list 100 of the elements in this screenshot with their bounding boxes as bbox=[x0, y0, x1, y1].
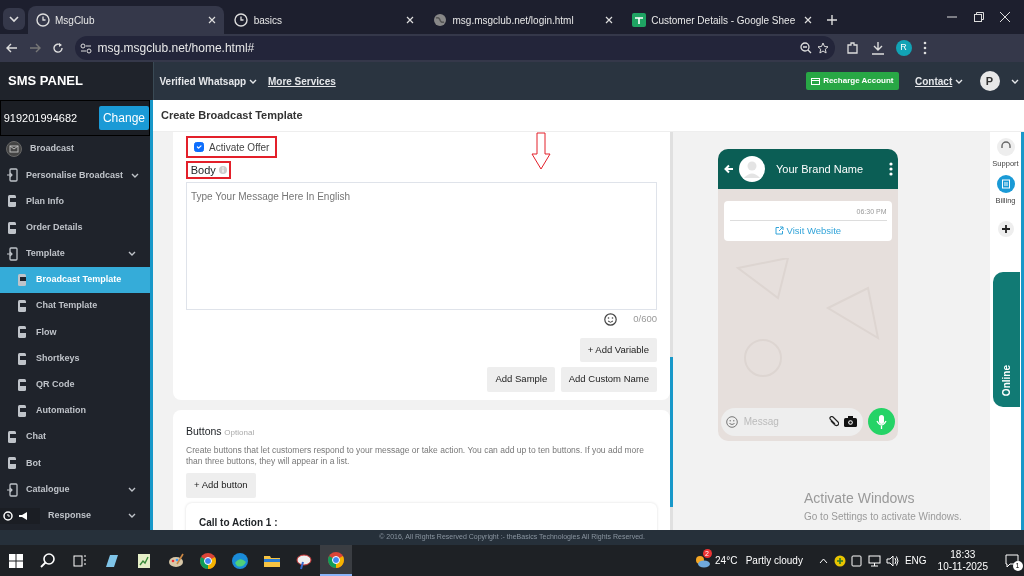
windows-icon[interactable] bbox=[7, 551, 25, 570]
avatar-icon bbox=[739, 156, 765, 183]
back-icon[interactable] bbox=[5, 42, 18, 54]
paperclip-icon[interactable] bbox=[828, 416, 839, 428]
chrome-icon[interactable] bbox=[327, 550, 345, 569]
caret-icon bbox=[955, 77, 963, 85]
clock-icon[interactable] bbox=[2, 510, 13, 521]
download-icon[interactable] bbox=[870, 41, 885, 55]
add-sample-button[interactable]: Add Sample bbox=[487, 367, 556, 392]
language-indicator[interactable]: ENG bbox=[904, 553, 927, 568]
info-icon bbox=[218, 165, 227, 174]
palette-icon[interactable] bbox=[167, 551, 185, 570]
phone-icon bbox=[6, 456, 18, 471]
chrome-icon[interactable] bbox=[199, 551, 217, 570]
close-icon[interactable] bbox=[1000, 12, 1011, 22]
phone-number: 919201994682 bbox=[3, 110, 78, 126]
sheet-icon bbox=[631, 13, 646, 27]
user-avatar[interactable]: P bbox=[979, 71, 1000, 91]
scrollbar-thumb[interactable] bbox=[670, 357, 673, 508]
add-variable-button[interactable]: + Add Variable bbox=[579, 337, 657, 362]
chevron-icon bbox=[128, 250, 136, 258]
phone-icon bbox=[6, 220, 18, 235]
add-button[interactable]: + Add button bbox=[186, 473, 256, 498]
address-bar[interactable]: msg.msgclub.net/home.html# bbox=[74, 36, 835, 60]
extensions-icon[interactable] bbox=[845, 41, 860, 55]
edge-icon[interactable] bbox=[231, 551, 249, 570]
billing-icon[interactable] bbox=[996, 174, 1015, 193]
brand-name: Your Brand Name bbox=[776, 161, 865, 177]
sidebar-item[interactable]: Flow bbox=[0, 319, 150, 346]
sidebar-item[interactable]: Automation bbox=[0, 397, 150, 425]
volume-icon[interactable] bbox=[886, 554, 900, 567]
chevron-icon bbox=[131, 171, 140, 179]
sidebar-item[interactable]: Response bbox=[0, 502, 150, 529]
site-settings-icon[interactable] bbox=[80, 42, 92, 54]
browser-tab[interactable]: Customer Details - Google Shee bbox=[623, 6, 820, 34]
search-icon[interactable] bbox=[39, 551, 57, 570]
door-icon bbox=[6, 246, 18, 261]
close-icon[interactable] bbox=[207, 16, 216, 24]
more-icon[interactable] bbox=[922, 41, 927, 55]
sidebar-item[interactable]: Order Details bbox=[0, 214, 150, 241]
forward-icon[interactable] bbox=[28, 42, 41, 54]
phone-link-icon[interactable] bbox=[851, 554, 863, 567]
plus-icon[interactable] bbox=[997, 220, 1014, 237]
network-icon[interactable] bbox=[867, 554, 881, 567]
sidebar-item[interactable]: Bot bbox=[0, 450, 150, 477]
weather-icon bbox=[693, 553, 710, 568]
checkbox[interactable] bbox=[193, 142, 204, 153]
contact-dropdown[interactable]: Contact bbox=[915, 73, 963, 89]
globe-icon bbox=[433, 13, 447, 27]
sidebar-item[interactable]: Broadcast bbox=[0, 136, 150, 163]
message-field[interactable]: Type Your Message Here In English bbox=[186, 181, 657, 310]
phone-icon bbox=[16, 325, 28, 340]
paint-icon[interactable] bbox=[295, 551, 313, 570]
zoom-icon[interactable] bbox=[799, 42, 812, 54]
phone-icon bbox=[16, 377, 28, 392]
caret-icon bbox=[248, 77, 257, 85]
card-title: Call to Action 1 : bbox=[199, 517, 278, 528]
sidebar-item[interactable]: Chat Template bbox=[0, 293, 150, 320]
close-icon[interactable] bbox=[605, 16, 613, 24]
sidebar-item[interactable]: Chat bbox=[0, 424, 150, 451]
browser-tab[interactable]: MsgClub bbox=[27, 6, 224, 34]
tab-list-icon[interactable] bbox=[2, 8, 25, 30]
card-icon bbox=[811, 77, 821, 85]
chevron-icon bbox=[128, 512, 136, 520]
sidebar-item[interactable]: QR Code bbox=[0, 371, 150, 398]
section-title: Buttons bbox=[186, 423, 222, 439]
sidebar-item[interactable]: Personalise Broadcast bbox=[0, 162, 150, 189]
phone-icon bbox=[6, 430, 18, 445]
status-icon[interactable] bbox=[833, 554, 846, 567]
chart-icon[interactable] bbox=[135, 551, 153, 570]
sidebar-item[interactable]: Plan Info bbox=[0, 188, 150, 215]
browser-tab[interactable]: basics bbox=[226, 6, 423, 34]
checkbox-label: Activate Offer bbox=[209, 140, 270, 155]
nav-link[interactable]: More Services bbox=[267, 73, 336, 89]
sidebar-item[interactable]: Catalogue bbox=[0, 476, 150, 503]
chevron-up-icon[interactable] bbox=[819, 557, 829, 564]
star-icon[interactable] bbox=[817, 42, 829, 54]
restore-icon[interactable] bbox=[973, 12, 984, 22]
reload-icon[interactable] bbox=[51, 42, 64, 54]
back-arrow-icon[interactable] bbox=[723, 164, 734, 175]
camera-icon[interactable] bbox=[844, 416, 858, 428]
headset-icon[interactable] bbox=[996, 137, 1015, 156]
new-tab-icon[interactable] bbox=[826, 15, 837, 25]
phone-icon bbox=[16, 403, 28, 418]
nav-dropdown[interactable]: Verified Whatsapp bbox=[159, 73, 257, 89]
sidebar-item[interactable]: Template bbox=[0, 240, 150, 267]
sidebar-item[interactable]: Shortkeys bbox=[0, 345, 150, 372]
clock-display[interactable]: 18:33 10-11-2025 bbox=[937, 548, 988, 573]
browser-tab[interactable]: msg.msgclub.net/login.html bbox=[425, 6, 621, 34]
mail-icon bbox=[6, 141, 22, 158]
close-icon[interactable] bbox=[406, 16, 415, 24]
section-description: Create buttons that let customers respond to your message or take action. You can add up to ten buttons. If you add more than three buttons, they will appear in a list. bbox=[186, 444, 645, 468]
close-icon[interactable] bbox=[803, 16, 812, 24]
emoji-icon[interactable] bbox=[603, 312, 617, 326]
online-tab[interactable]: Online bbox=[993, 272, 1020, 408]
page-title: Create Broadcast Template bbox=[161, 108, 303, 124]
more-icon[interactable] bbox=[888, 162, 893, 177]
megaphone-icon[interactable] bbox=[18, 510, 30, 521]
add-custom-name-button[interactable]: Add Custom Name bbox=[560, 367, 657, 392]
activation-subtitle: Go to Settings to activate Windows. bbox=[804, 510, 962, 524]
